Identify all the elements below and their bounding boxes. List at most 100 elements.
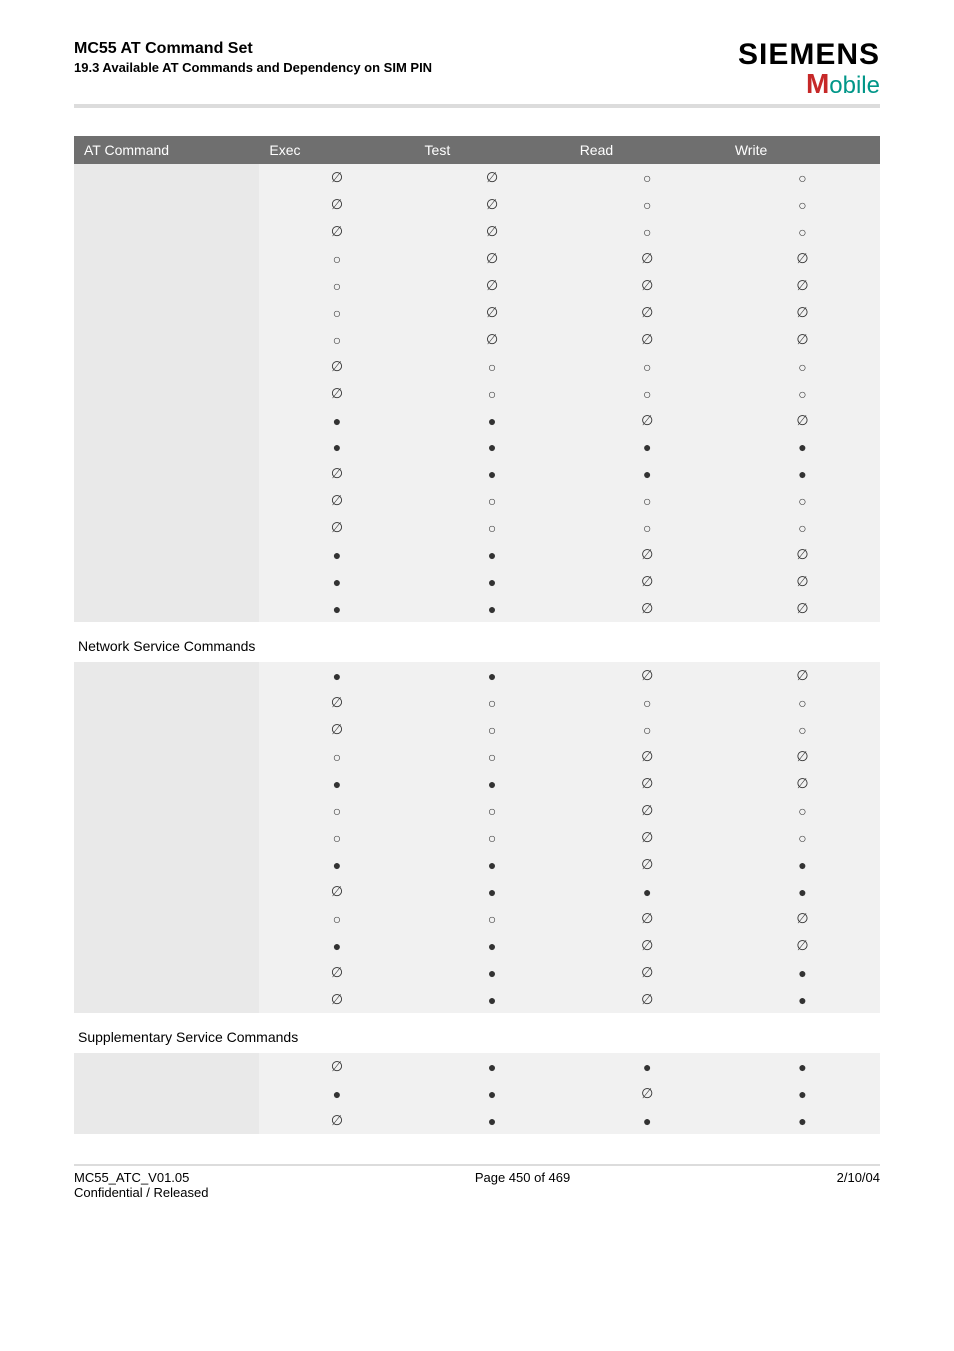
cmd-cell	[74, 434, 259, 460]
na-icon: ∅	[331, 883, 343, 899]
col-test: Test	[415, 136, 570, 164]
na-icon: ∅	[641, 412, 653, 428]
cmd-cell	[74, 1107, 259, 1134]
symbol-cell: ∅	[259, 191, 414, 218]
table-row: ●●∅●	[74, 1080, 880, 1107]
na-icon: ∅	[796, 304, 808, 320]
nopin-icon: ○	[488, 359, 496, 375]
nopin-icon: ○	[333, 749, 341, 765]
brand-mobile-text: Mobile	[738, 70, 880, 98]
footer-confidentiality: Confidential / Released	[74, 1185, 208, 1200]
symbol-cell: ○	[415, 824, 570, 851]
na-icon: ∅	[486, 196, 498, 212]
symbol-cell: ○	[259, 245, 414, 272]
symbol-cell: ○	[259, 272, 414, 299]
cmd-cell	[74, 460, 259, 487]
symbol-cell: ∅	[259, 218, 414, 245]
symbol-cell: ∅	[259, 689, 414, 716]
pin-icon: ●	[333, 857, 341, 873]
na-icon: ∅	[641, 748, 653, 764]
symbol-cell: ∅	[259, 1053, 414, 1080]
na-icon: ∅	[331, 223, 343, 239]
table-row: ∅●●●	[74, 878, 880, 905]
cmd-cell	[74, 959, 259, 986]
na-icon: ∅	[641, 331, 653, 347]
na-icon: ∅	[331, 991, 343, 1007]
symbol-cell: ●	[415, 662, 570, 689]
table-row: ●●∅∅	[74, 595, 880, 622]
nopin-icon: ○	[488, 911, 496, 927]
cmd-cell	[74, 514, 259, 541]
na-icon: ∅	[331, 492, 343, 508]
col-at-command: AT Command	[74, 136, 259, 164]
symbol-cell: ●	[415, 878, 570, 905]
cmd-cell	[74, 986, 259, 1013]
pin-icon: ●	[488, 668, 496, 684]
nopin-icon: ○	[798, 170, 806, 186]
symbol-cell: ○	[415, 514, 570, 541]
symbol-cell: ∅	[570, 797, 725, 824]
footer-doc-id: MC55_ATC_V01.05	[74, 1170, 189, 1185]
symbol-cell: ○	[570, 514, 725, 541]
pin-icon: ●	[333, 776, 341, 792]
table-row: ○○∅∅	[74, 905, 880, 932]
pin-icon: ●	[798, 1059, 806, 1075]
pin-icon: ●	[798, 1113, 806, 1129]
symbol-cell: ●	[415, 541, 570, 568]
table-row: ○○∅○	[74, 797, 880, 824]
table-row: ○∅∅∅	[74, 326, 880, 353]
table-row: ●●∅∅	[74, 568, 880, 595]
nopin-icon: ○	[488, 386, 496, 402]
symbol-cell: ●	[415, 595, 570, 622]
na-icon: ∅	[486, 277, 498, 293]
table-section-row: Network Service Commands	[74, 622, 880, 662]
na-icon: ∅	[641, 991, 653, 1007]
cmd-cell	[74, 878, 259, 905]
cmd-cell	[74, 218, 259, 245]
cmd-cell	[74, 407, 259, 434]
footer-left: MC55_ATC_V01.05 Confidential / Released	[74, 1170, 208, 1200]
symbol-cell: ○	[259, 824, 414, 851]
table-row: ○∅∅∅	[74, 245, 880, 272]
symbol-cell: ●	[725, 460, 880, 487]
na-icon: ∅	[796, 546, 808, 562]
table-row: ∅●∅●	[74, 986, 880, 1013]
symbol-cell: ∅	[570, 743, 725, 770]
cmd-cell	[74, 743, 259, 770]
symbol-cell: ∅	[259, 959, 414, 986]
symbol-cell: ●	[259, 770, 414, 797]
symbol-cell: ○	[725, 353, 880, 380]
na-icon: ∅	[796, 331, 808, 347]
symbol-cell: ○	[570, 353, 725, 380]
symbol-cell: ●	[259, 595, 414, 622]
symbol-cell: ∅	[725, 407, 880, 434]
table-row: ○○∅○	[74, 824, 880, 851]
cmd-cell	[74, 851, 259, 878]
na-icon: ∅	[641, 964, 653, 980]
symbol-cell: ○	[415, 689, 570, 716]
symbol-cell: ●	[259, 1080, 414, 1107]
na-icon: ∅	[331, 964, 343, 980]
symbol-cell: ○	[725, 716, 880, 743]
table-row: ●●●●	[74, 434, 880, 460]
nopin-icon: ○	[333, 278, 341, 294]
symbol-cell: ○	[725, 191, 880, 218]
pin-icon: ●	[798, 466, 806, 482]
symbol-cell: ○	[415, 797, 570, 824]
symbol-cell: ○	[570, 380, 725, 407]
symbol-cell: ∅	[415, 326, 570, 353]
page-footer: MC55_ATC_V01.05 Confidential / Released …	[74, 1170, 880, 1200]
symbol-cell: ∅	[725, 272, 880, 299]
symbol-cell: ●	[725, 851, 880, 878]
table-row: ○∅∅∅	[74, 299, 880, 326]
brand-siemens-text: SIEMENS	[738, 40, 880, 70]
nopin-icon: ○	[488, 803, 496, 819]
cmd-cell	[74, 905, 259, 932]
pin-icon: ●	[488, 601, 496, 617]
symbol-cell: ○	[259, 743, 414, 770]
symbol-cell: ∅	[725, 568, 880, 595]
symbol-cell: ●	[415, 932, 570, 959]
nopin-icon: ○	[798, 520, 806, 536]
brand-mobile-rest: obile	[829, 72, 880, 99]
symbol-cell: ∅	[259, 353, 414, 380]
